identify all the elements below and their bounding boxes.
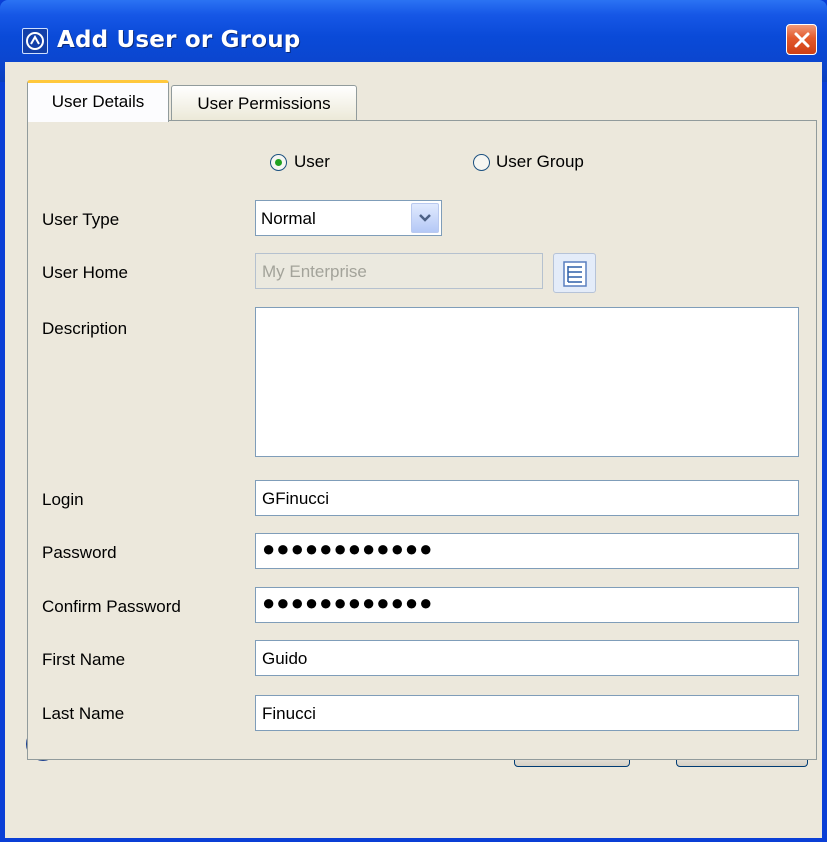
radio-button-circle[interactable] [473, 153, 490, 171]
first-name-field[interactable]: Guido [255, 640, 799, 676]
radio-label: User [294, 152, 330, 171]
radio-button-circle[interactable] [270, 153, 287, 171]
confirm-password-field[interactable]: ●●●●●●●●●●●● [255, 587, 799, 623]
user-type-label: User Type [42, 210, 120, 229]
close-button[interactable] [786, 24, 817, 55]
last-name-field[interactable]: Finucci [255, 695, 799, 731]
radio-user[interactable]: User [270, 152, 331, 172]
user-type-select[interactable]: Normal [255, 200, 442, 236]
tab-user-details[interactable]: User Details [27, 80, 169, 122]
user-home-field: My Enterprise [255, 253, 543, 289]
radio-label: User Group [496, 152, 584, 171]
login-label: Login [42, 490, 84, 509]
tab-label: User Details [51, 92, 145, 111]
description-textarea[interactable] [255, 307, 799, 457]
dropdown-button[interactable] [411, 203, 439, 233]
app-logo-icon [22, 28, 48, 54]
tree-browse-icon [563, 261, 587, 287]
tab-label: User Permissions [197, 94, 331, 113]
chevron-down-icon [419, 214, 431, 222]
close-icon [794, 32, 810, 48]
password-label: Password [42, 543, 117, 562]
login-field[interactable]: GFinucci [255, 480, 799, 516]
tab-user-permissions[interactable]: User Permissions [171, 85, 357, 121]
dialog-body: User Details User Permissions User User … [5, 62, 822, 838]
window-title: Add User or Group [57, 27, 301, 53]
radio-user-group[interactable]: User Group [473, 152, 584, 172]
first-name-label: First Name [42, 650, 126, 669]
user-home-label: User Home [42, 263, 128, 282]
last-name-label: Last Name [42, 704, 125, 723]
radio-selected-dot [275, 158, 282, 166]
dialog-window: Add User or Group User Details User Perm… [0, 0, 827, 842]
user-type-value: Normal [261, 209, 316, 228]
description-label: Description [42, 319, 128, 338]
password-field[interactable]: ●●●●●●●●●●●● [255, 533, 799, 569]
confirm-password-label: Confirm Password [42, 597, 181, 616]
browse-user-home-button[interactable] [553, 253, 596, 293]
